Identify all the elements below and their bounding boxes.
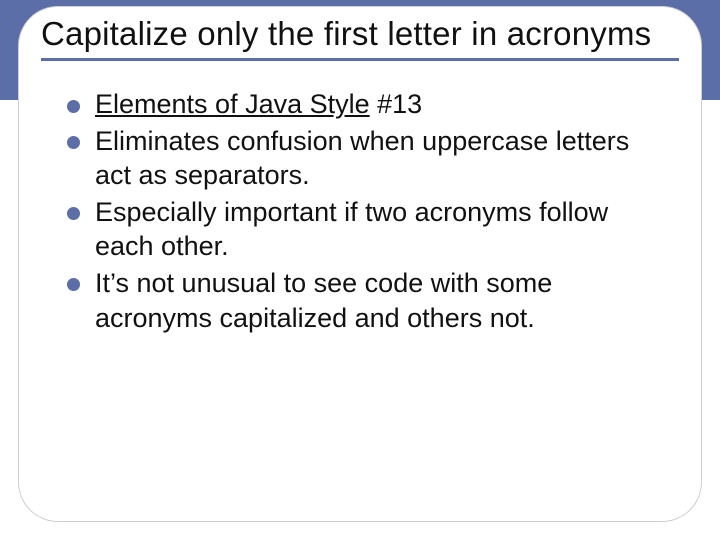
bullet-text-pre: Especially important if two acronyms fol…: [95, 197, 608, 262]
content-frame: Capitalize only the first letter in acro…: [18, 6, 702, 522]
slide-body: Elements of Java Style #13 Eliminates co…: [19, 61, 701, 357]
bullet-link: Elements of Java Style: [95, 89, 370, 119]
bullet-text-pre: It’s not unusual to see code with some a…: [95, 268, 552, 333]
bullet-icon: [67, 278, 80, 291]
slide-title: Capitalize only the first letter in acro…: [19, 7, 701, 56]
bullet-list: Elements of Java Style #13 Eliminates co…: [67, 87, 661, 335]
bullet-icon: [67, 207, 80, 220]
bullet-icon: [67, 136, 80, 149]
list-item: It’s not unusual to see code with some a…: [67, 266, 661, 335]
list-item: Especially important if two acronyms fol…: [67, 195, 661, 264]
list-item: Eliminates confusion when uppercase lett…: [67, 124, 661, 193]
list-item: Elements of Java Style #13: [67, 87, 661, 122]
bullet-text-pre: Eliminates confusion when uppercase lett…: [95, 126, 629, 191]
bullet-icon: [67, 100, 80, 113]
slide: Capitalize only the first letter in acro…: [0, 0, 720, 540]
bullet-text-post: #13: [370, 89, 423, 119]
